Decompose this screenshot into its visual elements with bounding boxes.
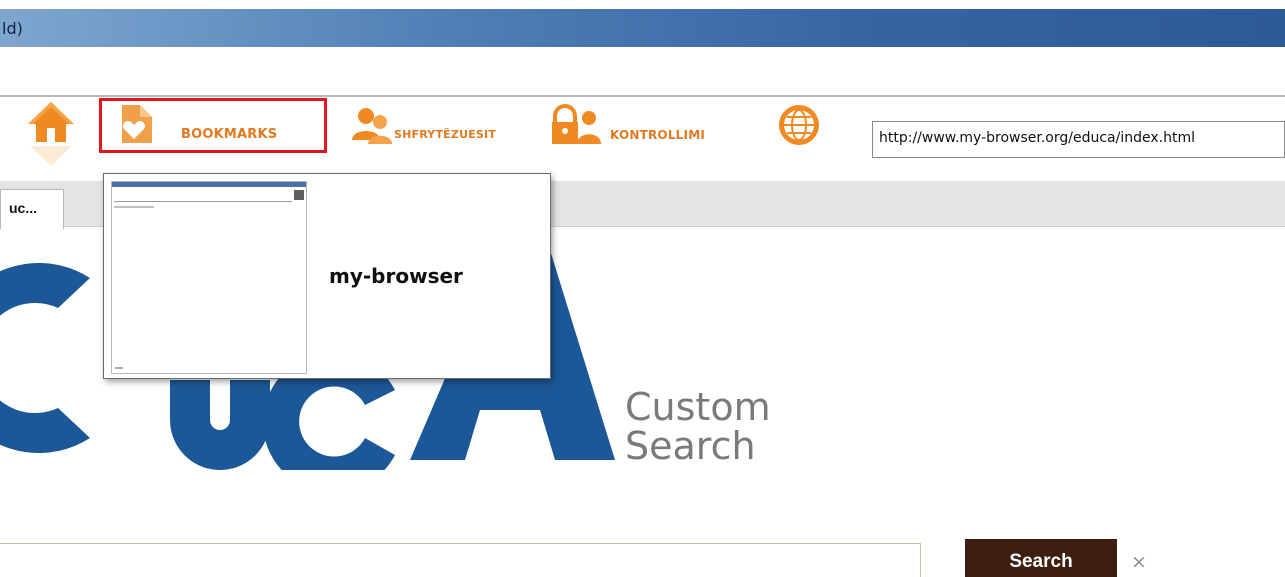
logo-tagline-line1: Custom bbox=[625, 385, 771, 429]
parental-control-button[interactable]: KONTROLLIMI bbox=[610, 128, 705, 142]
users-button[interactable]: SHFRYTËZUESIT bbox=[394, 128, 496, 141]
bookmark-thumbnail[interactable] bbox=[111, 181, 307, 374]
search-input[interactable] bbox=[0, 543, 921, 577]
bookmarks-popup: my-browser bbox=[103, 173, 551, 379]
thumb-button bbox=[294, 190, 304, 200]
tab-current[interactable]: uc... bbox=[0, 189, 64, 229]
thumb-footer bbox=[115, 367, 123, 369]
window-title: ld) bbox=[2, 19, 23, 38]
window-title-bar: ld) bbox=[0, 9, 1285, 47]
search-button[interactable]: Search bbox=[965, 539, 1117, 577]
thumb-line bbox=[114, 206, 154, 208]
thumb-toolbar bbox=[114, 190, 292, 202]
users-icon[interactable] bbox=[350, 106, 396, 146]
users-label: SHFRYTËZUESIT bbox=[394, 128, 497, 141]
globe-icon[interactable] bbox=[776, 102, 822, 148]
logo-tagline: Custom Search bbox=[625, 388, 771, 466]
url-field[interactable]: http://www.my-browser.org/educa/index.ht… bbox=[872, 121, 1285, 158]
parental-control-icon[interactable] bbox=[549, 102, 605, 148]
bookmark-title[interactable]: my-browser bbox=[329, 264, 463, 288]
home-icon-reflection bbox=[24, 146, 78, 168]
parental-control-label: KONTROLLIMI bbox=[610, 128, 705, 142]
home-icon[interactable] bbox=[24, 100, 78, 144]
clear-icon[interactable]: × bbox=[1131, 551, 1147, 573]
bookmarks-highlight-box bbox=[99, 98, 327, 153]
logo-tagline-line2: Search bbox=[625, 424, 756, 468]
educa-logo-fragment bbox=[0, 248, 100, 468]
thumb-titlebar bbox=[112, 182, 306, 187]
